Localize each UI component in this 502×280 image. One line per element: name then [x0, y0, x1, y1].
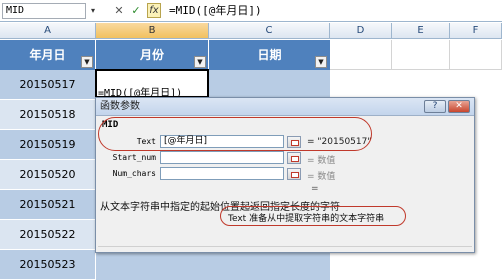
- table-header-label: 年月日: [29, 48, 66, 62]
- close-button[interactable]: ✕: [448, 100, 470, 113]
- empty-cell[interactable]: [330, 40, 392, 70]
- column-header-c[interactable]: C: [209, 23, 330, 39]
- table-cell[interactable]: 20150523: [0, 250, 96, 280]
- filter-dropdown-icon[interactable]: ▼: [194, 56, 206, 68]
- range-select-icon[interactable]: [287, 152, 301, 164]
- table-header-label: 日期: [257, 48, 282, 62]
- table-cell[interactable]: 20150519: [0, 130, 96, 160]
- highlight-ellipse: [220, 206, 406, 226]
- num-chars-input[interactable]: [160, 167, 284, 180]
- filter-dropdown-icon[interactable]: ▼: [315, 56, 327, 68]
- arg-result: = 数值: [307, 172, 336, 182]
- cancel-icon[interactable]: ✕: [112, 3, 126, 19]
- table-header-day[interactable]: 日期 ▼: [209, 40, 330, 70]
- table-cell[interactable]: 20150522: [0, 220, 96, 250]
- empty-cell[interactable]: [392, 40, 450, 70]
- range-select-icon[interactable]: [287, 168, 301, 180]
- column-header-a[interactable]: A: [0, 23, 96, 39]
- formula-input[interactable]: =MID([@年月日]): [166, 3, 500, 19]
- start-num-input[interactable]: [160, 151, 284, 164]
- arg-label-start-num: Start_num: [112, 153, 156, 162]
- name-box-dropdown-icon[interactable]: ▾: [88, 3, 98, 19]
- empty-cell[interactable]: [450, 40, 502, 70]
- filter-dropdown-icon[interactable]: ▼: [81, 56, 93, 68]
- confirm-icon[interactable]: ✓: [129, 3, 143, 19]
- table-cell[interactable]: 20150517: [0, 70, 96, 100]
- function-arguments-dialog: 函数参数 ? ✕ MID Text [@年月日] = "20150517" St…: [95, 97, 475, 253]
- dialog-divider: [98, 246, 472, 247]
- highlight-ellipse: [98, 117, 372, 151]
- table-header-label: 月份: [139, 48, 164, 62]
- arg-label-num-chars: Num_chars: [112, 169, 156, 178]
- table-header-date[interactable]: 年月日 ▼: [0, 40, 96, 70]
- column-header-b[interactable]: B: [96, 23, 209, 39]
- table-cell[interactable]: 20150520: [0, 160, 96, 190]
- dialog-title: 函数参数: [96, 98, 474, 116]
- table-cell[interactable]: 20150521: [0, 190, 96, 220]
- insert-function-icon[interactable]: fx: [147, 3, 161, 18]
- help-button[interactable]: ?: [424, 100, 446, 113]
- column-header-e[interactable]: E: [392, 23, 450, 39]
- column-header-f[interactable]: F: [450, 23, 502, 39]
- active-cell[interactable]: =MID([@年月日]): [95, 69, 209, 99]
- arg-result: = 数值: [307, 156, 336, 166]
- formula-result: =: [311, 184, 319, 194]
- table-header-month[interactable]: 月份 ▼: [96, 40, 209, 70]
- column-header-d[interactable]: D: [330, 23, 392, 39]
- name-box[interactable]: MID: [2, 3, 86, 19]
- table-row: [96, 250, 330, 280]
- table-cell[interactable]: 20150518: [0, 100, 96, 130]
